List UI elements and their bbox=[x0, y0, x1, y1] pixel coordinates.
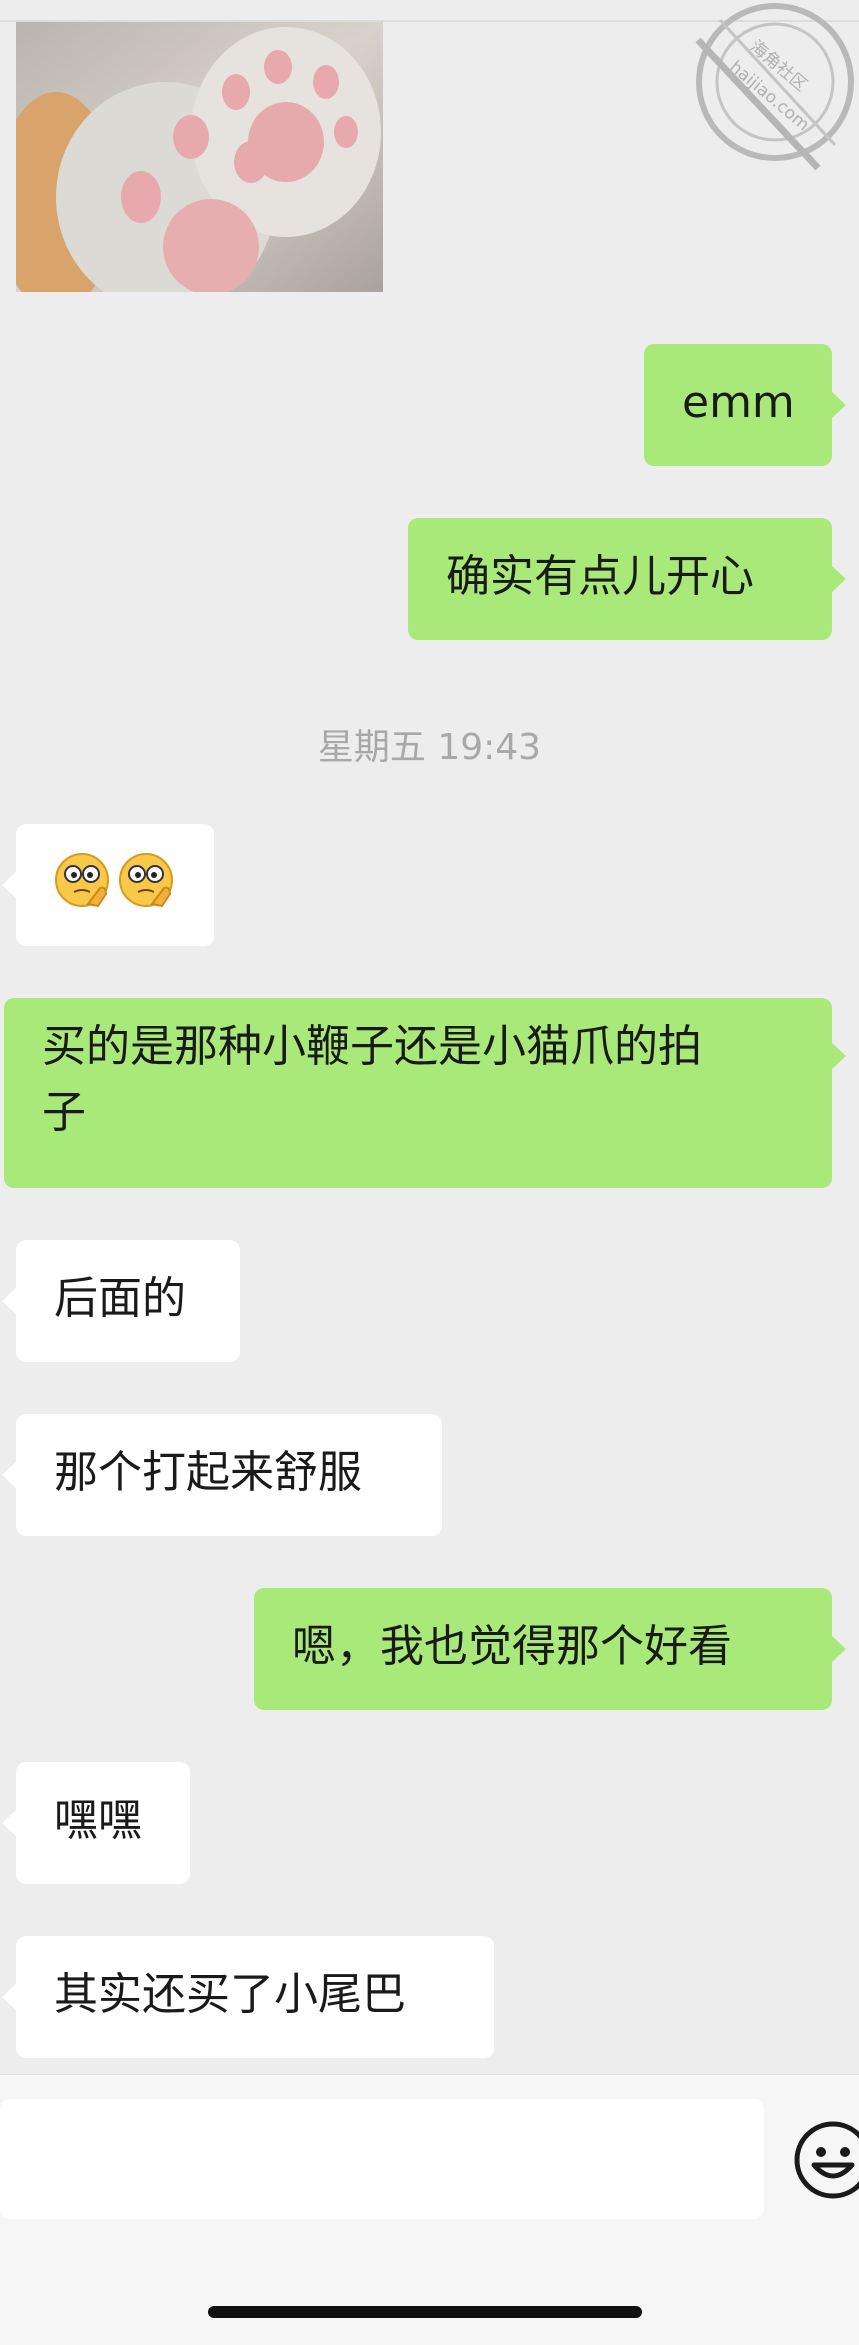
watermark-logo: 海角社区 haijiao.com bbox=[680, 0, 855, 175]
message-bubble-outgoing[interactable]: 买的是那种小鞭子还是小猫爪的拍 子 bbox=[4, 998, 846, 1188]
chat-timestamp: 星期五 19:43 bbox=[317, 727, 542, 768]
message-bubble-outgoing[interactable]: 嗯，我也觉得那个好看 bbox=[254, 1588, 846, 1710]
message-bubble-incoming[interactable]: 嘿嘿 bbox=[2, 1762, 190, 1884]
received-photo-cat-paws[interactable] bbox=[16, 22, 383, 292]
message-text: 嘿嘿 bbox=[54, 1795, 142, 1846]
message-text-line-1: 买的是那种小鞭子还是小猫爪的拍 bbox=[42, 1021, 702, 1072]
chat-input-bar bbox=[0, 2074, 859, 2345]
home-indicator[interactable] bbox=[208, 2306, 642, 2318]
message-text: 嗯，我也觉得那个好看 bbox=[292, 1621, 732, 1672]
thinking-face-emoji bbox=[55, 853, 109, 908]
message-text: emm bbox=[682, 377, 795, 428]
message-bubble-incoming[interactable]: 后面的 bbox=[2, 1240, 240, 1362]
message-bubble-incoming[interactable]: 其实还买了小尾巴 bbox=[2, 1936, 494, 2058]
thinking-face-emoji bbox=[119, 853, 173, 908]
message-text: 后面的 bbox=[54, 1273, 186, 1324]
smiley-face-icon[interactable] bbox=[792, 2119, 859, 2201]
message-text: 其实还买了小尾巴 bbox=[54, 1969, 406, 2020]
message-bubble-outgoing[interactable]: 确实有点儿开心 bbox=[408, 518, 846, 640]
message-text-line-2: 子 bbox=[42, 1087, 86, 1138]
message-bubble-outgoing[interactable]: emm bbox=[644, 344, 846, 466]
message-text: 那个打起来舒服 bbox=[54, 1447, 362, 1498]
message-bubble-incoming-emoji[interactable] bbox=[2, 824, 214, 946]
message-bubble-incoming[interactable]: 那个打起来舒服 bbox=[2, 1414, 442, 1536]
message-text: 确实有点儿开心 bbox=[446, 551, 754, 602]
message-input[interactable] bbox=[0, 2099, 764, 2219]
